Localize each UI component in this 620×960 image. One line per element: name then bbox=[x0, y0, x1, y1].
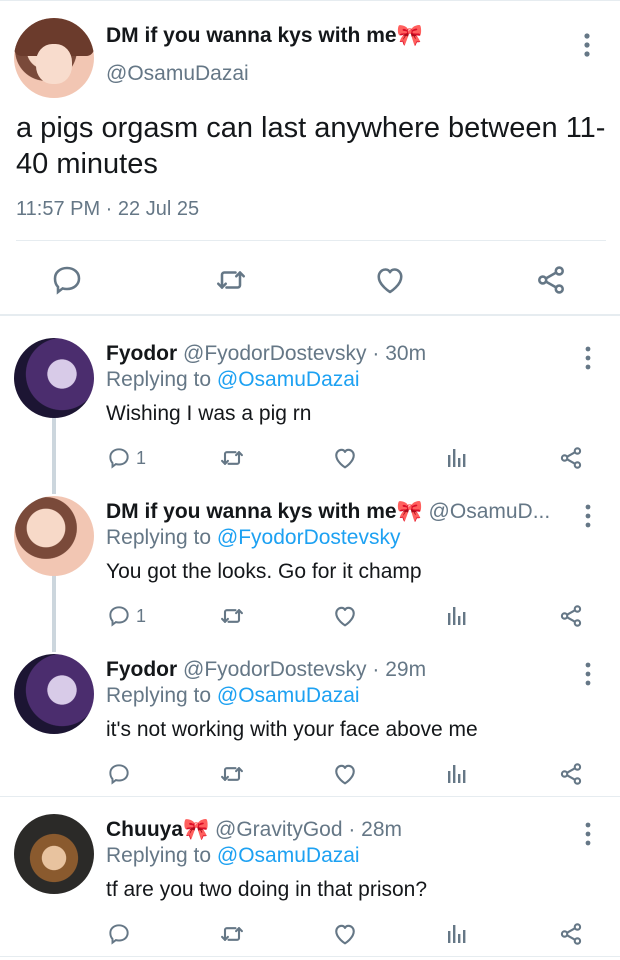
action-bar bbox=[0, 760, 620, 790]
divider bbox=[16, 240, 606, 241]
display-name[interactable]: Chuuya🎀 bbox=[106, 818, 209, 841]
share-icon[interactable] bbox=[557, 602, 585, 630]
retweet-icon[interactable] bbox=[218, 760, 246, 788]
reply-tweet: DM if you wanna kys with me🎀 @OsamuD... … bbox=[0, 478, 620, 636]
handle-time[interactable]: @GravityGod · 28m bbox=[215, 818, 402, 841]
handle[interactable]: @OsamuDazai bbox=[106, 62, 249, 86]
share-icon[interactable] bbox=[557, 760, 585, 788]
reply-count: 1 bbox=[136, 605, 147, 626]
retweet-icon[interactable] bbox=[213, 262, 249, 298]
action-bar: 1 bbox=[0, 444, 620, 474]
avatar-face bbox=[36, 44, 72, 84]
comment-button[interactable] bbox=[106, 760, 136, 788]
comment-icon bbox=[106, 921, 132, 947]
reply-count: 1 bbox=[136, 447, 147, 468]
replying-to: Replying to @OsamuDazai bbox=[106, 844, 360, 868]
bow-emoji: 🎀 bbox=[396, 24, 423, 47]
reply-header: Chuuya🎀 @GravityGod · 28m bbox=[106, 818, 576, 842]
like-icon[interactable] bbox=[372, 262, 408, 298]
section-divider bbox=[0, 314, 620, 316]
like-icon[interactable] bbox=[331, 760, 359, 788]
tweet-timestamp[interactable]: 11:57 PM · 22 Jul 25 bbox=[16, 198, 199, 221]
display-name[interactable]: DM if you wanna kys with me🎀 bbox=[106, 500, 423, 523]
reply-text: Wishing I was a pig rn bbox=[106, 402, 312, 425]
comment-button[interactable] bbox=[106, 920, 136, 948]
retweet-icon[interactable] bbox=[218, 920, 246, 948]
display-name-text: DM if you wanna kys with me bbox=[106, 24, 397, 47]
retweet-icon[interactable] bbox=[218, 602, 246, 630]
avatar[interactable] bbox=[14, 338, 94, 418]
analytics-icon[interactable] bbox=[446, 760, 468, 788]
avatar[interactable] bbox=[14, 18, 94, 98]
like-icon[interactable] bbox=[331, 444, 359, 472]
replying-prefix: Replying to bbox=[106, 844, 217, 867]
mention-link[interactable]: @OsamuDazai bbox=[217, 368, 360, 391]
replying-prefix: Replying to bbox=[106, 526, 217, 549]
action-bar bbox=[0, 920, 620, 950]
share-icon[interactable] bbox=[533, 262, 569, 298]
reply-header: Fyodor @FyodorDostevsky · 30m bbox=[106, 342, 576, 366]
replying-to: Replying to @OsamuDazai bbox=[106, 368, 360, 392]
action-bar: 1 bbox=[0, 602, 620, 632]
reply-tweet: Chuuya🎀 @GravityGod · 28m Replying to @O… bbox=[0, 796, 620, 954]
more-options-icon[interactable] bbox=[581, 344, 595, 372]
avatar[interactable] bbox=[14, 496, 94, 576]
comment-icon[interactable] bbox=[49, 262, 85, 298]
comment-icon bbox=[106, 445, 132, 471]
analytics-icon[interactable] bbox=[446, 444, 468, 472]
replying-prefix: Replying to bbox=[106, 368, 217, 391]
mention-link[interactable]: @FyodorDostevsky bbox=[217, 526, 401, 549]
retweet-icon[interactable] bbox=[218, 444, 246, 472]
display-name[interactable]: DM if you wanna kys with me🎀 bbox=[106, 24, 423, 48]
display-name[interactable]: Fyodor bbox=[106, 658, 177, 681]
like-icon[interactable] bbox=[331, 602, 359, 630]
analytics-icon[interactable] bbox=[446, 602, 468, 630]
replying-to: Replying to @FyodorDostevsky bbox=[106, 526, 400, 550]
reply-header: DM if you wanna kys with me🎀 @OsamuD... bbox=[106, 500, 576, 524]
main-tweet: DM if you wanna kys with me🎀 @OsamuDazai… bbox=[0, 6, 620, 318]
display-name[interactable]: Fyodor bbox=[106, 342, 177, 365]
reply-tweet: Fyodor @FyodorDostevsky · 29m Replying t… bbox=[0, 636, 620, 794]
more-options-icon[interactable] bbox=[581, 502, 595, 530]
handle-time[interactable]: @FyodorDostevsky · 29m bbox=[183, 658, 426, 681]
comment-button[interactable]: 1 bbox=[106, 602, 146, 630]
handle-time[interactable]: @FyodorDostevsky · 30m bbox=[183, 342, 426, 365]
tweet-text: a pigs orgasm can last anywhere between … bbox=[16, 112, 606, 180]
replying-prefix: Replying to bbox=[106, 684, 217, 707]
reply-text: it's not working with your face above me bbox=[106, 718, 478, 741]
share-icon[interactable] bbox=[557, 920, 585, 948]
avatar[interactable] bbox=[14, 814, 94, 894]
reply-text: tf are you two doing in that prison? bbox=[106, 878, 428, 901]
handle-time[interactable]: @OsamuD... bbox=[429, 500, 551, 523]
share-icon[interactable] bbox=[557, 444, 585, 472]
reply-text: You got the looks. Go for it champ bbox=[106, 560, 422, 583]
comment-icon bbox=[106, 761, 132, 787]
more-options-icon[interactable] bbox=[581, 820, 595, 848]
more-options-icon[interactable] bbox=[581, 660, 595, 688]
more-options-icon[interactable] bbox=[580, 30, 594, 60]
replying-to: Replying to @OsamuDazai bbox=[106, 684, 360, 708]
reply-tweet: Fyodor @FyodorDostevsky · 30m Replying t… bbox=[0, 320, 620, 478]
like-icon[interactable] bbox=[331, 920, 359, 948]
comment-button[interactable]: 1 bbox=[106, 444, 146, 472]
mention-link[interactable]: @OsamuDazai bbox=[217, 844, 360, 867]
action-bar bbox=[0, 262, 620, 298]
avatar[interactable] bbox=[14, 654, 94, 734]
comment-icon bbox=[106, 603, 132, 629]
bottom-divider bbox=[0, 956, 620, 957]
reply-header: Fyodor @FyodorDostevsky · 29m bbox=[106, 658, 576, 682]
analytics-icon[interactable] bbox=[446, 920, 468, 948]
mention-link[interactable]: @OsamuDazai bbox=[217, 684, 360, 707]
